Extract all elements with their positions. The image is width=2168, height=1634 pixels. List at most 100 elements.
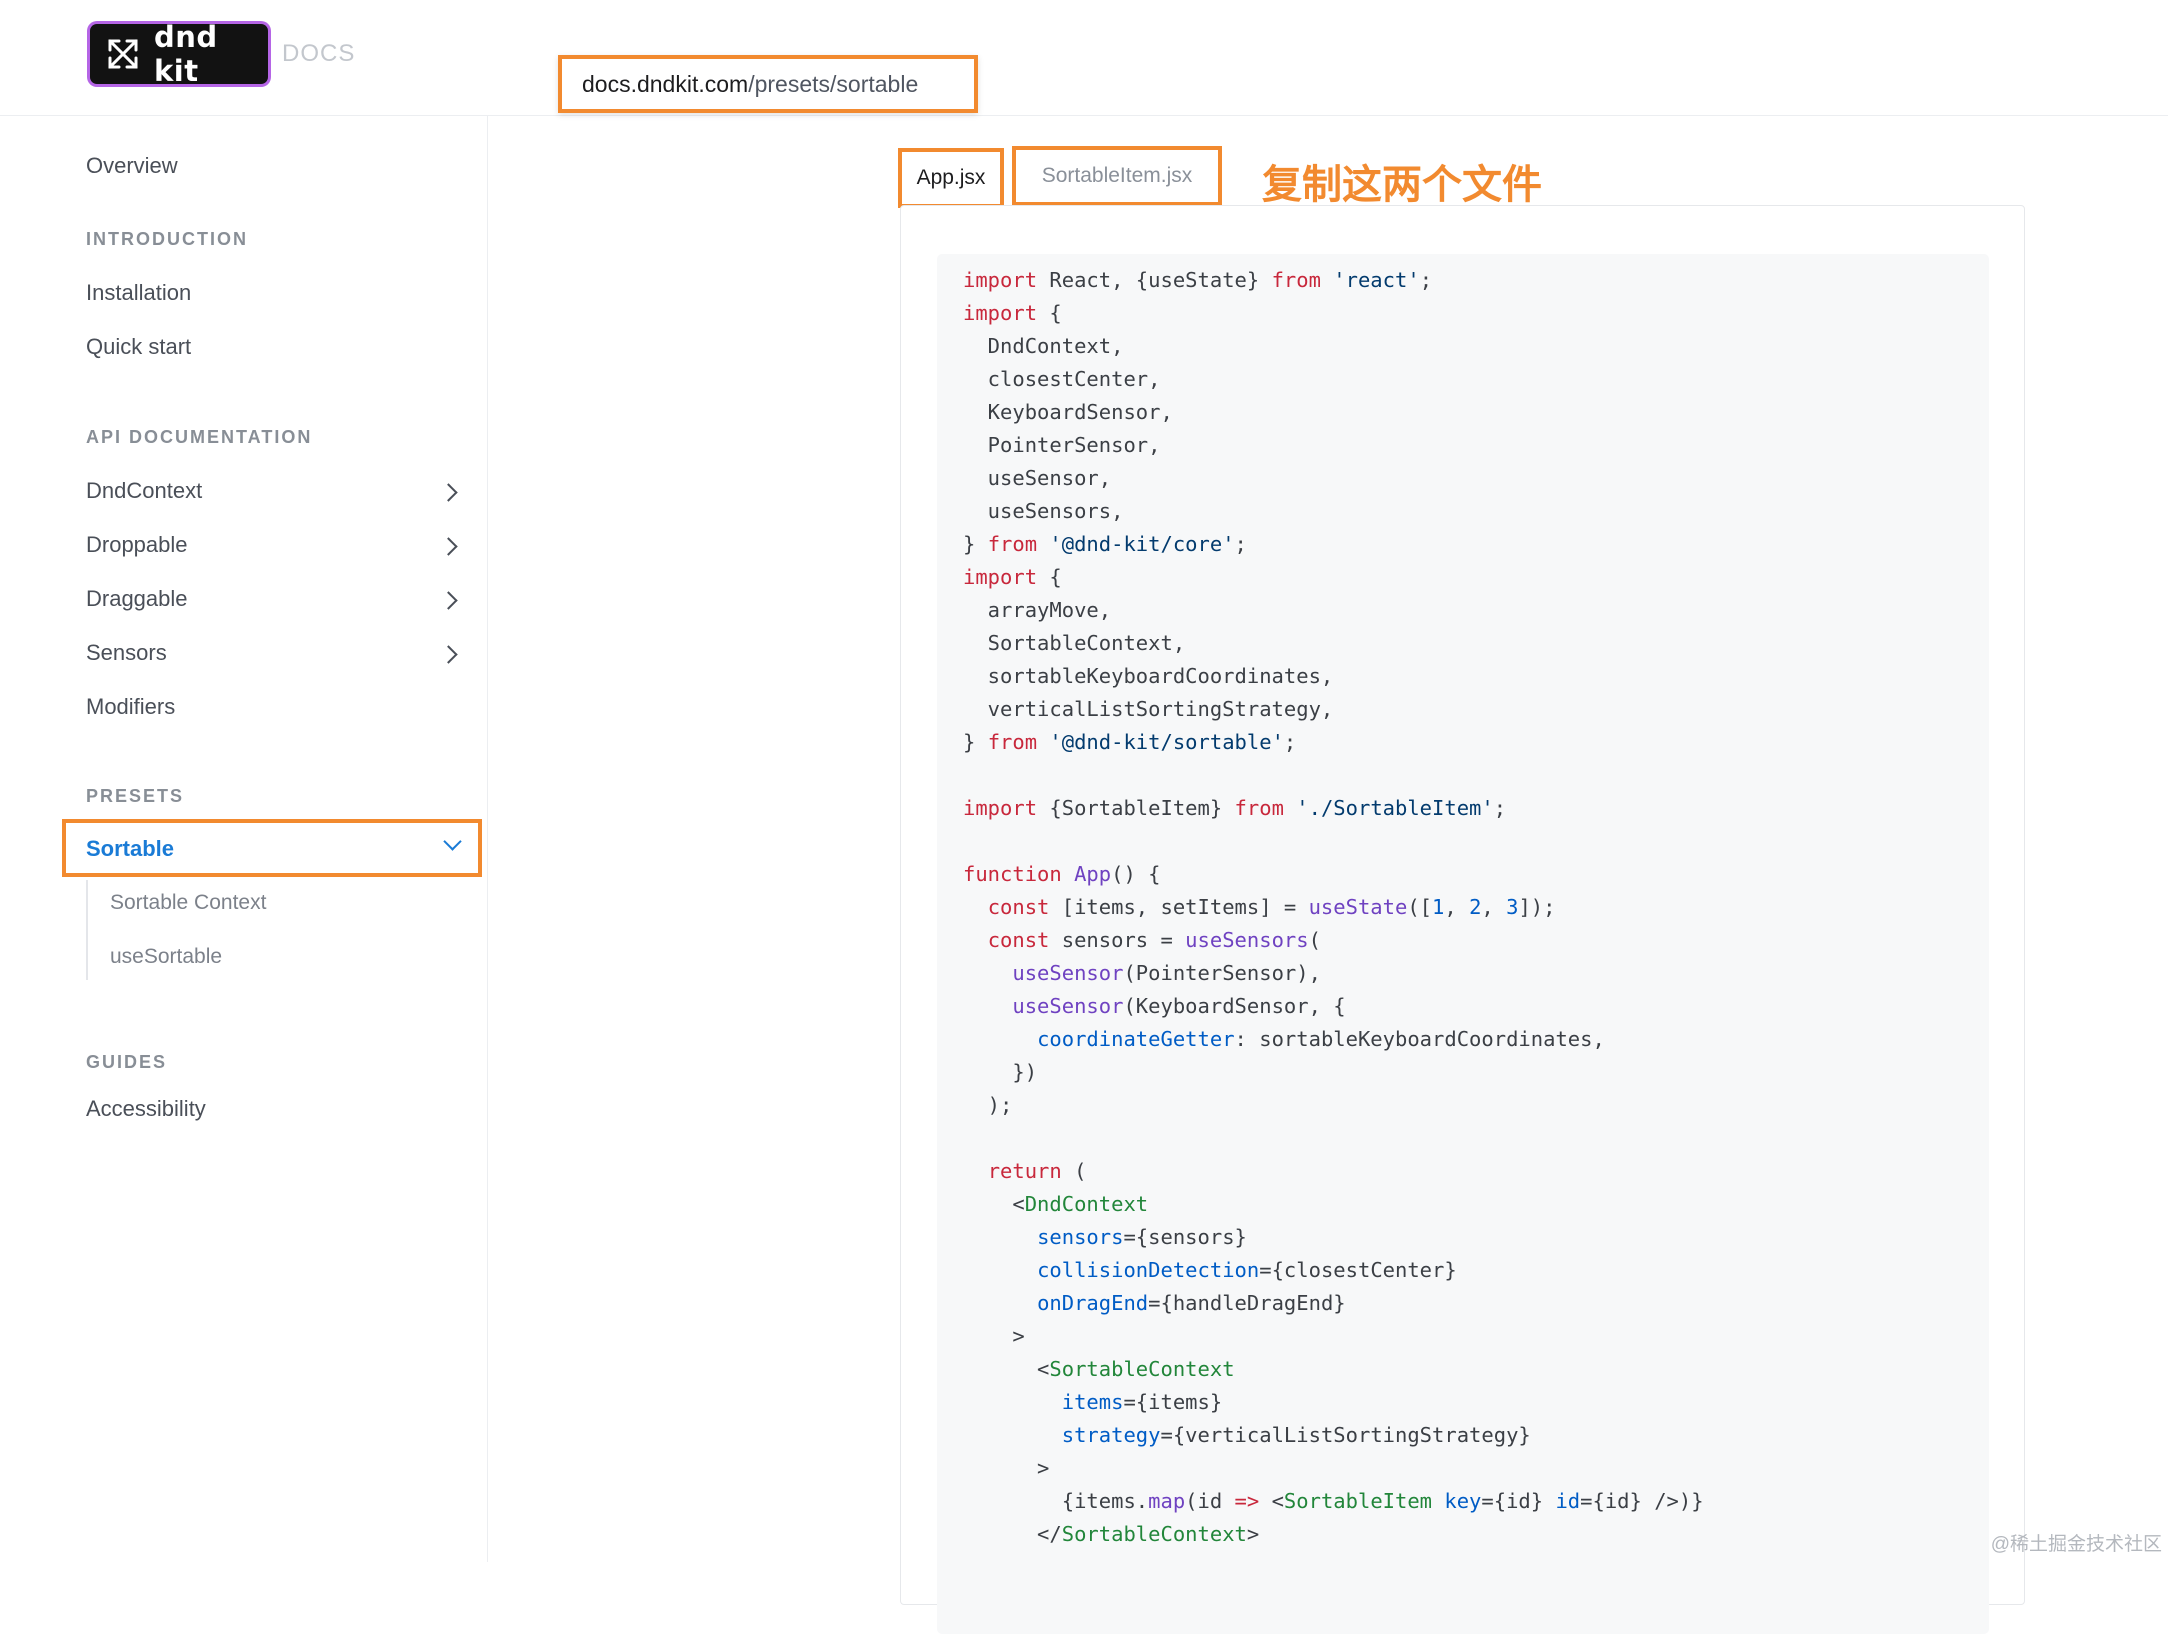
code-token: [items, setItems] = bbox=[1049, 895, 1309, 919]
code-token: ( bbox=[1308, 928, 1321, 952]
code-line: sortableKeyboardCoordinates, bbox=[963, 660, 1704, 693]
tab-sortable-item-jsx[interactable]: SortableItem.jsx bbox=[1012, 146, 1222, 206]
sidebar-item-sensors[interactable]: Sensors bbox=[86, 640, 167, 666]
sidebar-item-overview[interactable]: Overview bbox=[86, 153, 178, 179]
code-token: '@dnd-kit/core' bbox=[1049, 532, 1235, 556]
code-line: } from '@dnd-kit/core'; bbox=[963, 528, 1704, 561]
code-token: 'react' bbox=[1333, 268, 1420, 292]
code-token: './SortableItem' bbox=[1296, 796, 1494, 820]
sidebar-item-accessibility[interactable]: Accessibility bbox=[86, 1096, 206, 1122]
url-bar[interactable]: docs.dndkit.com/presets/sortable bbox=[558, 55, 978, 113]
code-line: import { bbox=[963, 561, 1704, 594]
code-token: import bbox=[963, 301, 1038, 325]
code-block[interactable]: import React, {useState} from 'react'; im… bbox=[937, 254, 1989, 1634]
code-token: id bbox=[1555, 1489, 1581, 1513]
code-token: import bbox=[963, 565, 1038, 589]
chevron-right-icon[interactable] bbox=[439, 483, 458, 502]
code-token: return bbox=[987, 1159, 1062, 1183]
section-introduction: INTRODUCTION bbox=[86, 229, 248, 249]
code-line: SortableContext, bbox=[963, 627, 1704, 660]
sidebar-item-dndcontext[interactable]: DndContext bbox=[86, 478, 202, 504]
code-token: strategy bbox=[1061, 1423, 1161, 1447]
code-token: ; bbox=[1419, 268, 1433, 292]
code-content: import React, {useState} from 'react'; im… bbox=[963, 264, 1704, 1551]
code-line: useSensor, bbox=[963, 462, 1704, 495]
code-token: (id bbox=[1185, 1489, 1235, 1513]
code-line: items={items} bbox=[963, 1386, 1704, 1419]
code-token: {SortableItem} bbox=[1037, 796, 1235, 820]
sidebar-item-sortable-context[interactable]: Sortable Context bbox=[110, 891, 266, 915]
code-token: => bbox=[1234, 1489, 1260, 1513]
code-token: {items. bbox=[963, 1489, 1149, 1513]
code-token: }) bbox=[963, 1060, 1038, 1084]
chevron-down-icon[interactable] bbox=[443, 832, 462, 851]
chevron-right-icon[interactable] bbox=[439, 591, 458, 610]
code-token: ; bbox=[1283, 730, 1297, 754]
code-token: ); bbox=[963, 1093, 1013, 1117]
code-token: ={closestCenter} bbox=[1259, 1258, 1457, 1282]
code-line: coordinateGetter: sortableKeyboardCoordi… bbox=[963, 1023, 1704, 1056]
code-token: DndContext, bbox=[963, 334, 1124, 358]
code-token: > bbox=[963, 1456, 1050, 1480]
code-line: closestCenter, bbox=[963, 363, 1704, 396]
annotation-copy-files: 复制这两个文件 bbox=[1262, 162, 1542, 208]
dnd-kit-logo[interactable]: dnd kit bbox=[90, 20, 268, 88]
docs-label: DOCS bbox=[282, 40, 356, 67]
code-line: import { bbox=[963, 297, 1704, 330]
code-token: coordinateGetter bbox=[1037, 1027, 1235, 1051]
arrows-expand-icon bbox=[106, 37, 140, 71]
code-token: < bbox=[963, 1357, 1050, 1381]
code-token: , bbox=[1481, 895, 1507, 919]
code-token: '@dnd-kit/sortable' bbox=[1049, 730, 1284, 754]
tab-app-jsx[interactable]: App.jsx bbox=[898, 148, 1004, 208]
code-line: sensors={sensors} bbox=[963, 1221, 1704, 1254]
watermark: @稀土掘金技术社区 bbox=[1990, 1534, 2162, 1555]
code-line: arrayMove, bbox=[963, 594, 1704, 627]
code-line: ); bbox=[963, 1089, 1704, 1122]
sidebar-item-modifiers[interactable]: Modifiers bbox=[86, 694, 175, 720]
sidebar-item-quick-start[interactable]: Quick start bbox=[86, 334, 191, 360]
submenu-indent-line bbox=[86, 880, 88, 980]
code-token: ([ bbox=[1407, 895, 1433, 919]
sidebar-item-sortable[interactable]: Sortable bbox=[62, 819, 482, 877]
sidebar-item-sortable-label: Sortable bbox=[86, 836, 175, 861]
code-token: sensors bbox=[1037, 1225, 1124, 1249]
sidebar-item-draggable[interactable]: Draggable bbox=[86, 586, 188, 612]
code-token: (PointerSensor), bbox=[1123, 961, 1321, 985]
code-token: map bbox=[1148, 1489, 1186, 1513]
code-token: { bbox=[1037, 301, 1062, 325]
code-token: ={handleDragEnd} bbox=[1148, 1291, 1346, 1315]
code-line: useSensors, bbox=[963, 495, 1704, 528]
chevron-right-icon[interactable] bbox=[439, 537, 458, 556]
code-token: useSensor bbox=[1012, 994, 1124, 1018]
code-line: const [items, setItems] = useState([1, 2… bbox=[963, 891, 1704, 924]
code-token: ={id} />)} bbox=[1580, 1489, 1704, 1513]
sidebar-item-use-sortable[interactable]: useSortable bbox=[110, 945, 222, 969]
sidebar-item-installation[interactable]: Installation bbox=[86, 280, 191, 306]
code-token: ]); bbox=[1518, 895, 1556, 919]
code-token: </ bbox=[963, 1522, 1062, 1546]
code-token: function bbox=[963, 862, 1062, 886]
sidebar-item-droppable[interactable]: Droppable bbox=[86, 532, 188, 558]
code-token: SortableContext, bbox=[963, 631, 1186, 655]
code-token: from bbox=[987, 532, 1038, 556]
code-token: < bbox=[1259, 1489, 1284, 1513]
code-line: }) bbox=[963, 1056, 1704, 1089]
code-token: ={items} bbox=[1123, 1390, 1223, 1414]
code-token: > bbox=[1246, 1522, 1260, 1546]
chevron-right-icon[interactable] bbox=[439, 645, 458, 664]
code-token: { bbox=[1037, 565, 1062, 589]
code-token: from bbox=[1234, 796, 1284, 820]
